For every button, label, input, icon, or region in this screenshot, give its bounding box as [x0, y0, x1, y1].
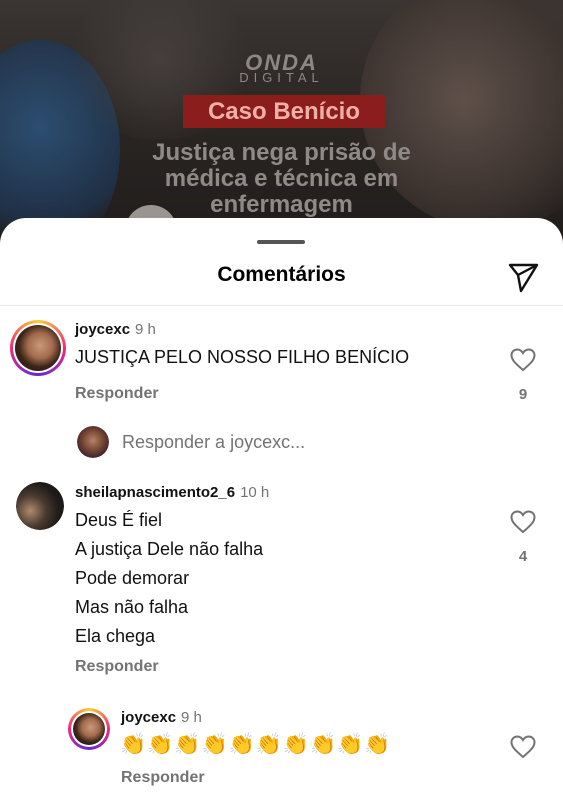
headline-line: médica e técnica em	[164, 165, 399, 192]
avatar-image	[16, 482, 64, 530]
heart-icon	[510, 510, 536, 534]
like-button[interactable]	[510, 510, 536, 534]
post-headline: Justiça nega prisão de médica e técnica …	[0, 140, 563, 218]
send-icon	[508, 263, 539, 293]
heart-icon	[510, 348, 536, 372]
like-count: 4	[518, 548, 528, 565]
avatar[interactable]	[16, 482, 64, 530]
username-text: joycexc	[121, 709, 177, 726]
heart-icon	[510, 735, 536, 759]
avatar[interactable]	[68, 708, 110, 750]
avatar-image	[73, 713, 105, 745]
username-text: sheilapnascimento2_6	[75, 484, 236, 501]
reply-button[interactable]: Responder	[75, 385, 159, 403]
like-count: 9	[518, 386, 528, 403]
avatar[interactable]	[10, 320, 66, 376]
comment-username[interactable]: sheilapnascimento2_6 10 h	[75, 484, 269, 501]
comment-line: Ela chega	[75, 626, 156, 646]
username-text: joycexc	[75, 321, 131, 338]
like-button[interactable]	[510, 735, 536, 759]
comment-time: 9 h	[135, 321, 156, 338]
my-avatar	[77, 426, 109, 458]
comment-time: 10 h	[240, 484, 270, 501]
avatar-image	[77, 426, 109, 458]
headline-line: enfermagem	[210, 191, 353, 218]
comment-line: Pode demorar	[75, 568, 190, 588]
reply-input[interactable]: Responder a joycexc...	[122, 432, 305, 453]
comment-username[interactable]: joycexc 9 h	[75, 321, 156, 338]
send-button[interactable]	[505, 258, 541, 294]
headline-line: Justiça nega prisão de	[152, 139, 411, 166]
sheet-title: Comentários	[217, 263, 346, 286]
reply-button[interactable]: Responder	[75, 658, 159, 676]
comment-text: 👏👏👏👏👏👏👏👏👏👏	[120, 732, 392, 756]
sheet-grabber[interactable]	[257, 240, 305, 244]
post-tag: Caso Benício	[183, 95, 385, 128]
post-brand-sub: DIGITAL	[239, 70, 324, 85]
comments-sheet: Comentários joycexc 9 h JUSTIÇA PELO NOSS…	[0, 218, 563, 800]
comment-text: JUSTIÇA PELO NOSSO FILHO BENÍCIO	[75, 347, 410, 367]
comment-text: Deus É fiel A justiça Dele não falha Pod…	[75, 506, 263, 651]
comment-username[interactable]: joycexc 9 h	[121, 709, 202, 726]
like-button[interactable]	[510, 348, 536, 372]
avatar-image	[15, 325, 61, 371]
comment-line: Deus É fiel	[75, 510, 163, 530]
comment-line: Mas não falha	[75, 597, 189, 617]
comment-line: A justiça Dele não falha	[75, 539, 264, 559]
divider	[0, 305, 563, 306]
comment-time: 9 h	[181, 709, 202, 726]
reply-button[interactable]: Responder	[121, 769, 205, 787]
